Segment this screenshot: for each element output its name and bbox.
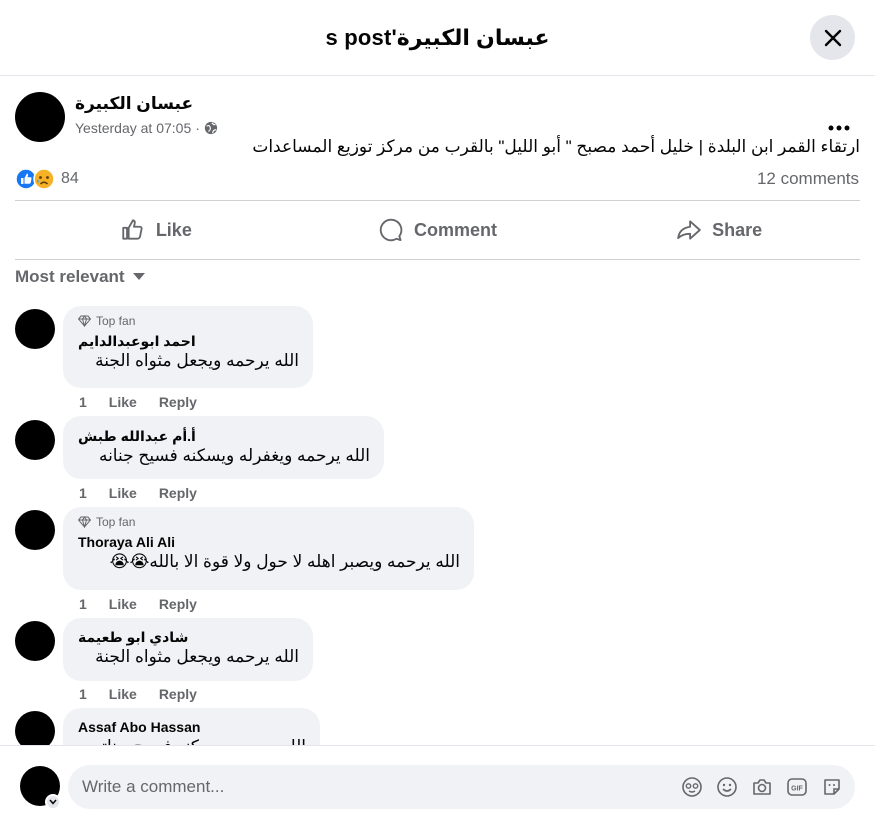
comment-text: الله يرحمه ويسكنه فسيح جناته bbox=[78, 736, 306, 745]
comment-text: الله يرحمه ويجعل مثواه الجنة bbox=[95, 351, 299, 370]
diamond-icon bbox=[78, 315, 91, 327]
more-horizontal-icon bbox=[828, 125, 850, 131]
comment-bubble: Assaf Abo Hassan الله يرحمه ويسكنه فسيح … bbox=[63, 708, 320, 745]
comment-item: أ.أم عبدالله طبش الله يرحمه ويغفرله ويسك… bbox=[15, 416, 415, 510]
emoji-icon[interactable] bbox=[716, 776, 738, 798]
close-icon bbox=[824, 29, 841, 46]
comment-actions: 1 Like Reply bbox=[79, 596, 197, 612]
gif-icon[interactable]: GIF bbox=[786, 776, 808, 798]
avatar-sticker-icon[interactable] bbox=[681, 776, 703, 798]
sad-reaction-icon bbox=[33, 168, 55, 190]
meta-separator: · bbox=[195, 120, 200, 136]
comment-like-button[interactable]: Like bbox=[109, 485, 137, 501]
comment-text: الله يرحمه ويصبر اهله لا حول ولا قوة الا… bbox=[109, 552, 460, 571]
commenter-name[interactable]: شادي ابو طعيمة bbox=[78, 628, 299, 646]
globe-icon[interactable] bbox=[204, 121, 218, 135]
commenter-name[interactable]: احمد ابوعبدالدايم bbox=[78, 332, 299, 350]
commenter-name[interactable]: Assaf Abo Hassan bbox=[78, 718, 306, 736]
reactions-count: 84 bbox=[61, 170, 79, 187]
reaction-icons bbox=[15, 168, 55, 190]
like-label: Like bbox=[155, 219, 192, 240]
sticker-icon[interactable] bbox=[821, 776, 843, 798]
comment-bubble: أ.أم عبدالله طبش الله يرحمه ويغفرله ويسك… bbox=[63, 416, 384, 479]
comment-item: شادي ابو طعيمة الله يرحمه ويجعل مثواه ال… bbox=[15, 618, 415, 711]
dialog-title: عبسان الكبيرة's post bbox=[325, 24, 550, 50]
more-options-button[interactable] bbox=[824, 118, 854, 138]
author-avatar[interactable] bbox=[15, 92, 65, 142]
profile-switch-button[interactable] bbox=[45, 794, 61, 810]
comment-icon bbox=[379, 218, 403, 242]
composer-icons: GIF bbox=[681, 776, 843, 798]
comment-actions: 1 Like Reply bbox=[79, 686, 197, 702]
commenter-avatar[interactable] bbox=[15, 510, 55, 550]
commenter-name[interactable]: أ.أم عبدالله طبش bbox=[78, 427, 370, 445]
comment-button[interactable]: Comment bbox=[297, 201, 579, 259]
like-button[interactable]: Like bbox=[15, 201, 297, 259]
comment-input-box: GIF bbox=[68, 765, 855, 809]
post-time[interactable]: Yesterday at 07:05 bbox=[75, 120, 191, 136]
comment-bubble: Top fan Thoraya Ali Ali الله يرحمه ويصبر… bbox=[63, 507, 474, 590]
comment-time[interactable]: 1 bbox=[79, 686, 87, 702]
comment-reply-button[interactable]: Reply bbox=[159, 596, 197, 612]
post-text: ارتقاء القمر ابن البلدة | خليل أحمد مصبح… bbox=[252, 137, 860, 156]
top-fan-badge: Top fan bbox=[78, 515, 460, 529]
comment-composer: GIF bbox=[0, 745, 875, 832]
comment-sort-dropdown[interactable]: Most relevant bbox=[15, 267, 145, 287]
commenter-avatar[interactable] bbox=[15, 309, 55, 349]
caret-down-icon bbox=[132, 273, 145, 280]
reactions-summary[interactable]: 84 bbox=[15, 168, 79, 190]
comment-bubble: شادي ابو طعيمة الله يرحمه ويجعل مثواه ال… bbox=[63, 618, 313, 681]
close-button[interactable] bbox=[810, 15, 855, 60]
diamond-icon bbox=[78, 516, 91, 528]
chevron-down-icon bbox=[49, 799, 57, 805]
comment-reply-button[interactable]: Reply bbox=[159, 394, 197, 410]
comment-text: الله يرحمه ويغفرله ويسكنه فسيح جنانه bbox=[98, 446, 370, 465]
comment-like-button[interactable]: Like bbox=[109, 596, 137, 612]
camera-icon[interactable] bbox=[751, 776, 773, 798]
comment-item: Top fan Thoraya Ali Ali الله يرحمه ويصبر… bbox=[15, 507, 515, 615]
comment-label: Comment bbox=[414, 219, 498, 240]
share-icon bbox=[677, 220, 701, 240]
comment-like-button[interactable]: Like bbox=[109, 394, 137, 410]
comment-reply-button[interactable]: Reply bbox=[159, 686, 197, 702]
share-label: Share bbox=[712, 219, 763, 240]
like-icon bbox=[122, 219, 143, 240]
post-action-bar: Like Comment Share bbox=[15, 200, 860, 260]
comment-input[interactable] bbox=[82, 765, 642, 809]
author-name[interactable]: عبسان الكبيرة bbox=[75, 94, 193, 114]
share-button[interactable]: Share bbox=[578, 201, 860, 259]
comments-count-link[interactable]: 12 comments bbox=[757, 169, 859, 189]
comment-time[interactable]: 1 bbox=[79, 596, 87, 612]
comment-like-button[interactable]: Like bbox=[109, 686, 137, 702]
svg-text:GIF: GIF bbox=[791, 786, 803, 793]
comment-reply-button[interactable]: Reply bbox=[159, 485, 197, 501]
comment-bubble: Top fan احمد ابوعبدالدايم الله يرحمه ويج… bbox=[63, 306, 313, 388]
comment-item: Top fan احمد ابوعبدالدايم الله يرحمه ويج… bbox=[15, 306, 415, 414]
post-scroll-area[interactable]: عبسان الكبيرة Yesterday at 07:05 · ارتقا… bbox=[0, 77, 875, 745]
top-fan-badge: Top fan bbox=[78, 314, 299, 328]
comment-item: Assaf Abo Hassan الله يرحمه ويسكنه فسيح … bbox=[15, 708, 415, 745]
dialog-header: عبسان الكبيرة's post bbox=[0, 0, 875, 76]
post-meta: Yesterday at 07:05 · bbox=[75, 120, 218, 136]
comment-text: الله يرحمه ويجعل مثواه الجنة bbox=[95, 647, 299, 666]
comment-time[interactable]: 1 bbox=[79, 485, 87, 501]
comment-actions: 1 Like Reply bbox=[79, 485, 197, 501]
comment-actions: 1 Like Reply bbox=[79, 394, 197, 410]
commenter-avatar[interactable] bbox=[15, 420, 55, 460]
commenter-avatar[interactable] bbox=[15, 621, 55, 661]
commenter-avatar[interactable] bbox=[15, 711, 55, 745]
commenter-name[interactable]: Thoraya Ali Ali bbox=[78, 533, 460, 551]
comment-time[interactable]: 1 bbox=[79, 394, 87, 410]
sort-label: Most relevant bbox=[15, 267, 125, 286]
